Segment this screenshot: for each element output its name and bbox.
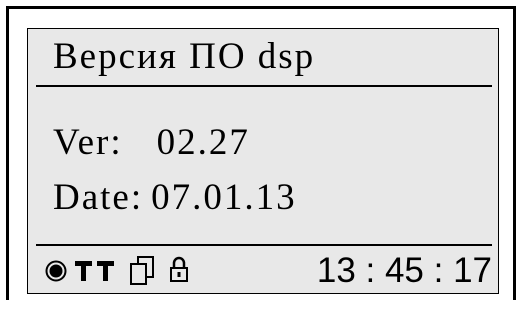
pages-icon xyxy=(130,256,154,285)
clock-readout: 13 : 45 : 17 xyxy=(316,251,492,290)
date-value: 07.01.13 xyxy=(151,177,297,218)
date-row: Date: 07.01.13 xyxy=(53,176,297,219)
version-label: Ver: xyxy=(53,122,123,163)
lock-icon xyxy=(170,256,188,282)
signal-antenna-icon xyxy=(75,261,114,281)
screen-title: Версия ПО dsp xyxy=(53,36,316,77)
version-value: 02.27 xyxy=(156,122,250,163)
version-row: Ver: 02.27 xyxy=(53,121,250,164)
status-divider xyxy=(36,244,492,246)
date-label: Date: xyxy=(53,177,144,218)
status-bar: 13 : 45 : 17 xyxy=(28,247,498,293)
record-indicator-icon xyxy=(45,260,67,282)
title-divider xyxy=(36,85,492,87)
lcd-screen: Версия ПО dsp Ver: 02.27 Date: 07.01.13 13… xyxy=(27,28,499,294)
